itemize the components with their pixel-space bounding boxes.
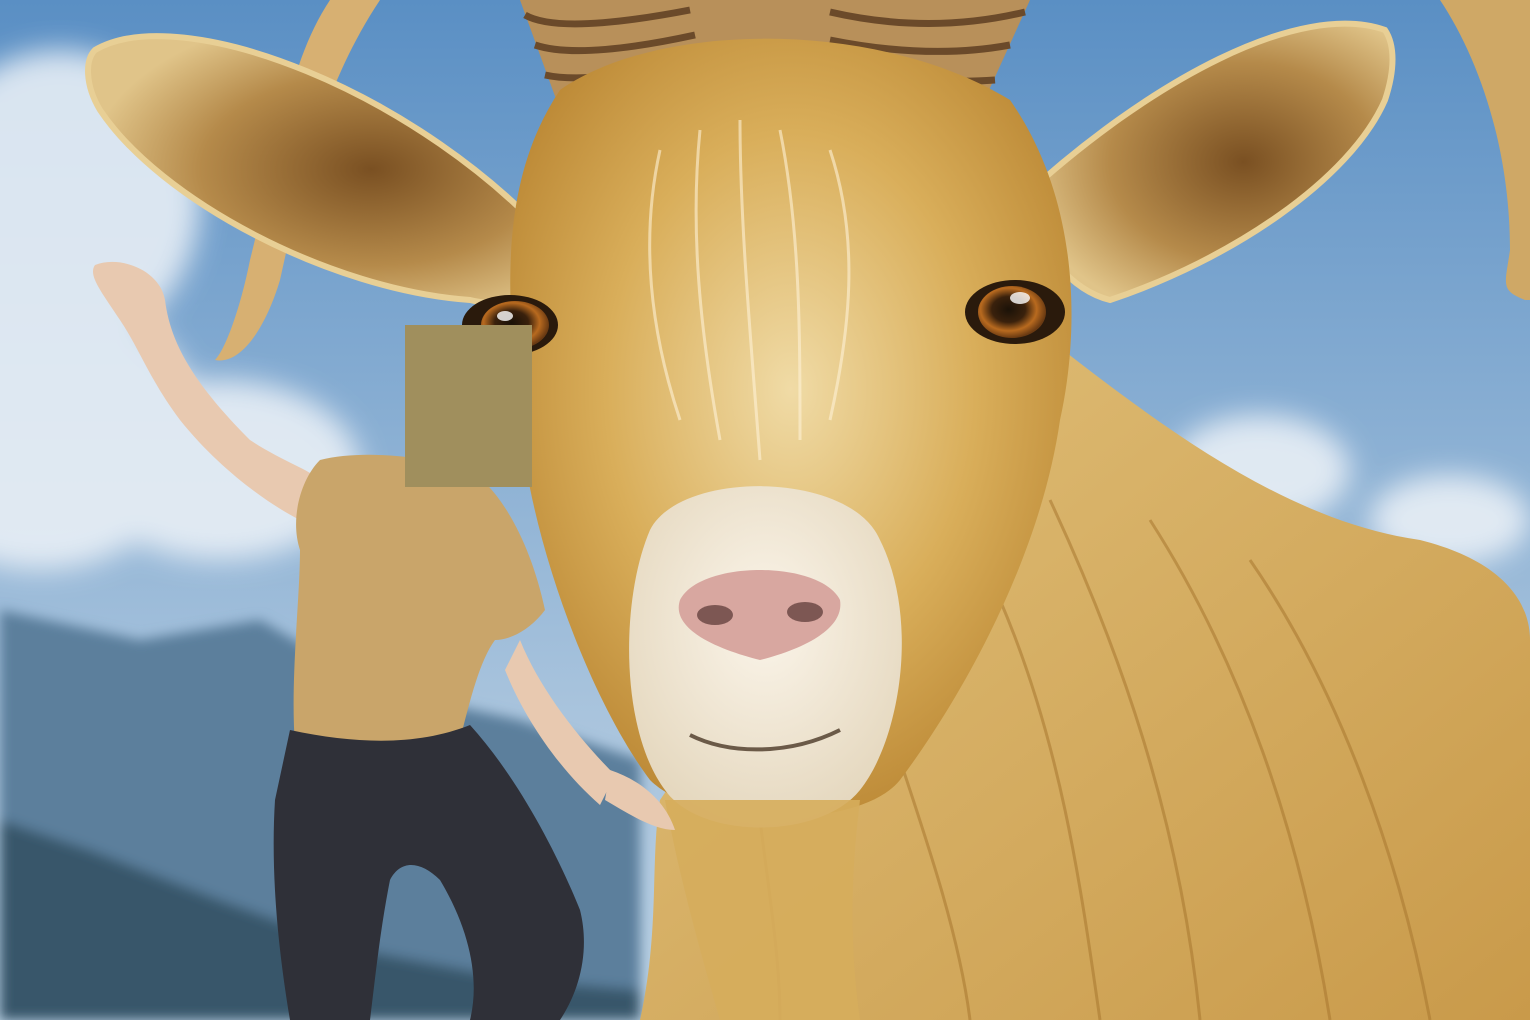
goat-right-eye (965, 280, 1065, 344)
goat-left-nostril (697, 605, 733, 625)
redaction-block (405, 325, 532, 487)
goat-right-nostril (787, 602, 823, 622)
photo-scene (0, 0, 1530, 1020)
